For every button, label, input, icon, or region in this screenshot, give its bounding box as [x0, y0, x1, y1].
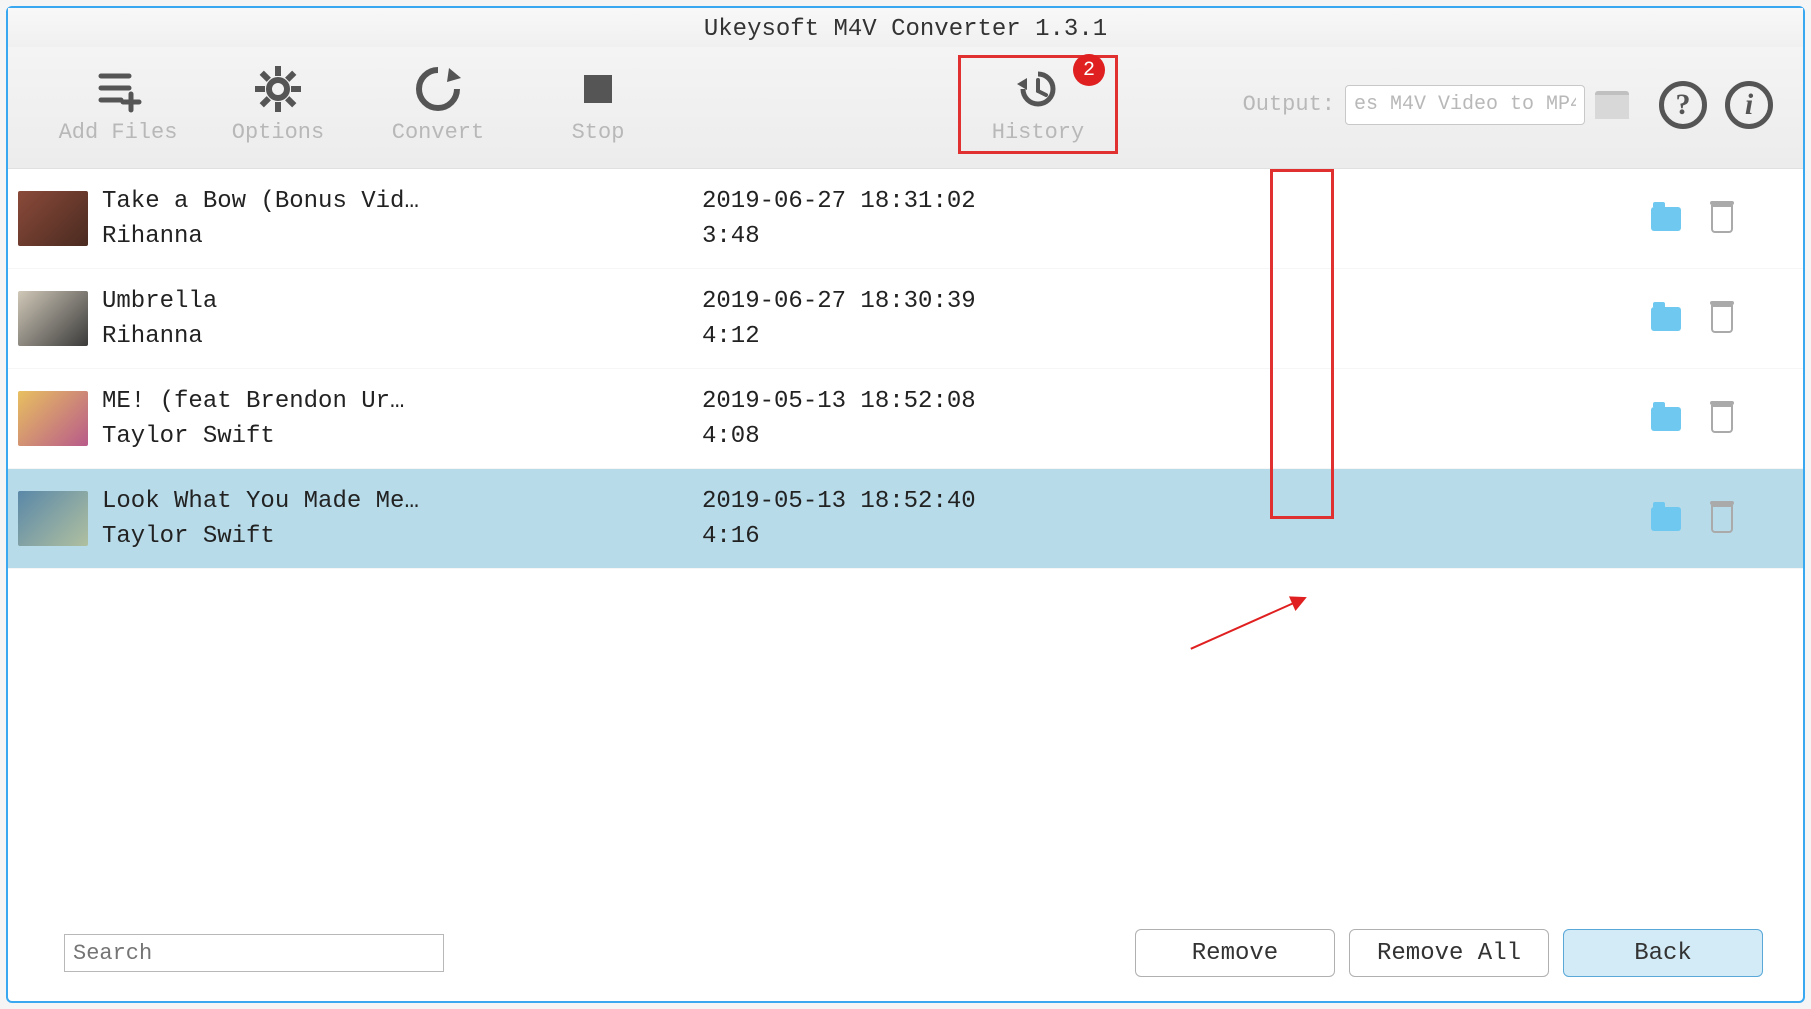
add-files-label: Add Files [59, 120, 178, 145]
history-label: History [992, 120, 1084, 145]
add-files-button[interactable]: Add Files [38, 64, 198, 145]
row-meta-col: 2019-06-27 18:31:02 3:48 [702, 188, 976, 250]
video-date: 2019-06-27 18:31:02 [702, 188, 976, 215]
row-actions [1651, 305, 1793, 333]
row-actions [1651, 405, 1793, 433]
info-icon[interactable]: i [1725, 81, 1773, 129]
row-meta-col: 2019-06-27 18:30:39 4:12 [702, 288, 976, 350]
annotation-arrow [1190, 597, 1305, 650]
convert-button[interactable]: Convert [358, 64, 518, 145]
history-button[interactable]: History 2 [958, 55, 1118, 154]
window-title: Ukeysoft M4V Converter 1.3.1 [8, 8, 1803, 47]
convert-label: Convert [392, 120, 484, 145]
video-artist: Taylor Swift [102, 423, 702, 450]
output-path-field[interactable] [1345, 85, 1585, 125]
footer: Remove Remove All Back [8, 911, 1803, 1001]
open-folder-icon[interactable] [1651, 307, 1681, 331]
row-meta-col: 2019-05-13 18:52:08 4:08 [702, 388, 976, 450]
stop-label: Stop [572, 120, 625, 145]
app-window: Ukeysoft M4V Converter 1.3.1 Add Files O… [6, 6, 1805, 1003]
delete-icon[interactable] [1711, 205, 1733, 233]
history-badge: 2 [1073, 54, 1105, 86]
history-row[interactable]: Look What You Made Me… Taylor Swift2019-0… [8, 469, 1803, 569]
history-row[interactable]: Umbrella Rihanna2019-06-27 18:30:39 4:12 [8, 269, 1803, 369]
stop-button[interactable]: Stop [518, 64, 678, 145]
video-artist: Rihanna [102, 223, 702, 250]
video-date: 2019-05-13 18:52:40 [702, 488, 976, 515]
open-folder-icon[interactable] [1651, 507, 1681, 531]
delete-icon[interactable] [1711, 405, 1733, 433]
open-folder-icon[interactable] [1651, 407, 1681, 431]
history-row[interactable]: Take a Bow (Bonus Vid… Rihanna2019-06-27 … [8, 169, 1803, 269]
right-icons: ? i [1659, 81, 1773, 129]
options-label: Options [232, 120, 324, 145]
video-thumbnail [18, 391, 88, 446]
search-input[interactable] [64, 934, 444, 972]
row-title-col: ME! (feat Brendon Ur… Taylor Swift [102, 388, 702, 450]
row-actions [1651, 205, 1793, 233]
toolbar: Add Files Options Convert Stop History [8, 47, 1803, 169]
output-group: Output: [1243, 85, 1629, 125]
video-duration: 4:16 [702, 523, 976, 550]
video-thumbnail [18, 291, 88, 346]
video-duration: 4:08 [702, 423, 976, 450]
video-date: 2019-06-27 18:30:39 [702, 288, 976, 315]
row-title-col: Look What You Made Me… Taylor Swift [102, 488, 702, 550]
history-row[interactable]: ME! (feat Brendon Ur… Taylor Swift2019-05… [8, 369, 1803, 469]
delete-icon[interactable] [1711, 505, 1733, 533]
delete-icon[interactable] [1711, 305, 1733, 333]
options-button[interactable]: Options [198, 64, 358, 145]
video-artist: Rihanna [102, 323, 702, 350]
video-thumbnail [18, 491, 88, 546]
history-list: Take a Bow (Bonus Vid…Rihanna2019-06-27 … [8, 169, 1803, 911]
help-icon[interactable]: ? [1659, 81, 1707, 129]
browse-folder-button[interactable] [1595, 91, 1629, 119]
add-files-icon [93, 64, 143, 114]
remove-button[interactable]: Remove [1135, 929, 1335, 977]
video-title: Look What You Made Me… [102, 488, 702, 515]
stop-icon [573, 64, 623, 114]
video-title: Umbrella [102, 288, 702, 315]
video-duration: 4:12 [702, 323, 976, 350]
history-icon [1013, 64, 1063, 114]
row-title-col: Take a Bow (Bonus Vid… Rihanna [102, 188, 702, 250]
row-meta-col: 2019-05-13 18:52:40 4:16 [702, 488, 976, 550]
gear-icon [253, 64, 303, 114]
video-artist: Taylor Swift [102, 523, 702, 550]
output-label: Output: [1243, 92, 1335, 117]
video-duration: 3:48 [702, 223, 976, 250]
video-title: Take a Bow (Bonus Vid… [102, 188, 702, 215]
remove-all-button[interactable]: Remove All [1349, 929, 1549, 977]
video-date: 2019-05-13 18:52:08 [702, 388, 976, 415]
cycle-icon [413, 64, 463, 114]
open-folder-icon[interactable] [1651, 207, 1681, 231]
row-title-col: Umbrella Rihanna [102, 288, 702, 350]
video-title: ME! (feat Brendon Ur… [102, 388, 702, 415]
back-button[interactable]: Back [1563, 929, 1763, 977]
row-actions [1651, 505, 1793, 533]
video-thumbnail [18, 191, 88, 246]
